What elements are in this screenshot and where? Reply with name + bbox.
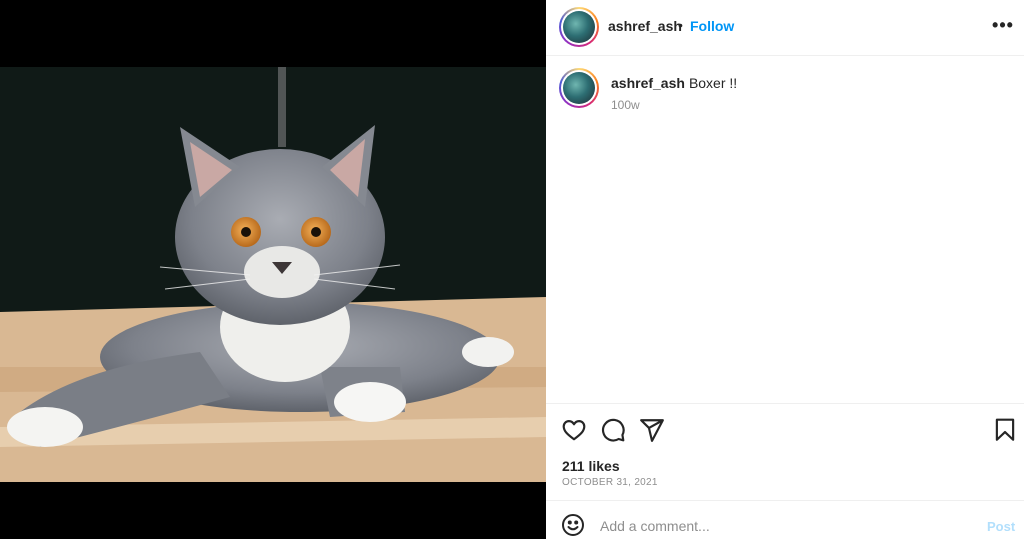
post-details-panel: ashref_ash • Follow ••• ashref_ash Boxer … [546, 0, 1024, 539]
caption-text: ashref_ash Boxer !! [611, 75, 737, 91]
heart-icon[interactable] [561, 417, 587, 443]
likes-count[interactable]: 211 likes [562, 458, 620, 474]
smiley-icon[interactable] [561, 513, 587, 539]
post-date[interactable]: OCTOBER 31, 2021 [562, 477, 658, 488]
caption-avatar[interactable] [559, 68, 599, 108]
paper-plane-icon[interactable] [639, 417, 665, 443]
caption-username[interactable]: ashref_ash [611, 75, 685, 91]
author-avatar[interactable] [559, 7, 599, 47]
comment-bar: Post [546, 500, 1024, 539]
separator-dot: • [678, 17, 683, 33]
avatar-image [563, 72, 595, 104]
avatar-image [563, 11, 595, 43]
comment-bubble-icon[interactable] [600, 417, 626, 443]
action-bar [546, 403, 1024, 455]
caption-age[interactable]: 100w [611, 98, 640, 112]
more-horizontal-icon[interactable]: ••• [992, 16, 1014, 38]
post-comment-button[interactable]: Post [987, 519, 1015, 534]
media-panel [0, 0, 546, 539]
comment-input[interactable] [600, 513, 970, 539]
post-header: ashref_ash • Follow ••• [546, 0, 1024, 56]
follow-button[interactable]: Follow [690, 18, 734, 34]
instagram-post-view: ashref_ash • Follow ••• ashref_ash Boxer … [0, 0, 1024, 539]
bookmark-icon[interactable] [992, 417, 1018, 443]
caption-body: Boxer !! [688, 75, 738, 91]
post-photo[interactable] [0, 67, 546, 482]
author-username[interactable]: ashref_ash [608, 18, 682, 34]
